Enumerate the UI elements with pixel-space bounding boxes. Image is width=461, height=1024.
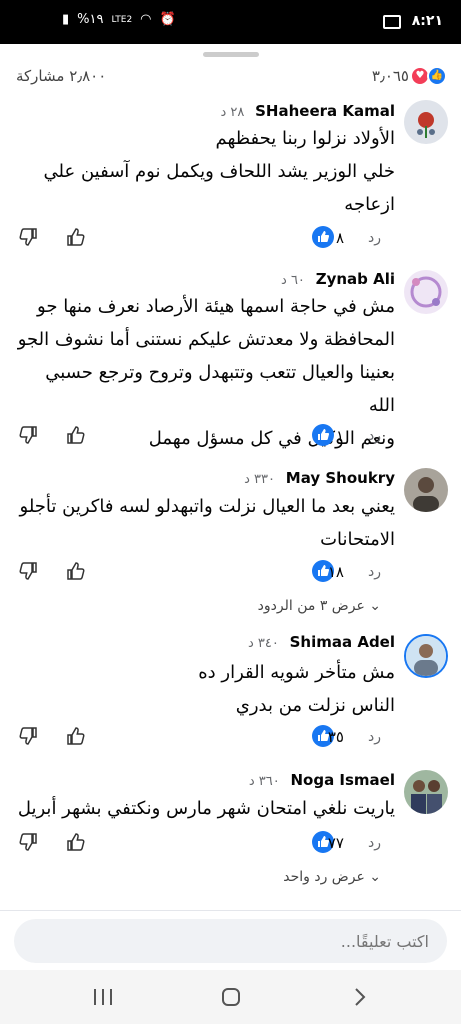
like-count[interactable]: ٨ [336, 229, 344, 247]
chevron-down-icon: ⌄ [369, 598, 381, 614]
gallery-icon [383, 15, 401, 29]
network-label: LTE2 [111, 14, 133, 25]
commenter-name[interactable]: Shimaa Adel [290, 633, 395, 651]
comment-line: الأولاد نزلوا ربنا يحفظهم [215, 128, 395, 149]
wifi-icon: ◠ [140, 12, 152, 27]
chevron-down-icon: ⌄ [369, 869, 381, 885]
comment-text: يعني بعد ما العيال نزلت واتبهدلو لسه فاك… [14, 490, 395, 556]
reply-button[interactable]: رد [368, 230, 381, 246]
battery-icon: ▮ [62, 12, 70, 27]
comment-time[interactable]: ٣٤٠ د [248, 636, 279, 651]
comment-time[interactable]: ٢٨ د [220, 105, 244, 120]
thumbs-up-icon[interactable] [66, 425, 86, 449]
alarm-icon: ⏰ [159, 12, 176, 27]
comment-header: May Shoukry ٣٣٠ د [244, 469, 395, 487]
reactions-summary[interactable]: ٢٫٨٠٠ مشاركة ٣٫٠٦٥ ♥ 👍 [0, 62, 461, 92]
comment-time[interactable]: ٦٠ د [281, 273, 305, 288]
avatar[interactable] [404, 770, 448, 814]
comment-line: الناس نزلت من بدري [235, 695, 395, 716]
commenter-name[interactable]: Noga Ismael [290, 771, 395, 789]
like-count[interactable]: ١٨ [328, 563, 344, 581]
like-reaction-icon: 👍 [427, 66, 447, 86]
battery-percent: %١٩ [77, 12, 104, 27]
comment-line: مش متأخر شويه القرار ده [198, 662, 395, 683]
comment-header: SHaheera Kamal ٢٨ د [220, 102, 395, 120]
thumbs-down-icon[interactable] [18, 561, 38, 585]
avatar[interactable] [404, 634, 448, 678]
comment-actions: رد ١ [0, 423, 461, 453]
avatar[interactable] [404, 270, 448, 314]
back-button[interactable] [340, 982, 380, 1012]
reply-button[interactable]: رد [368, 835, 381, 851]
like-badge-icon [312, 424, 334, 446]
comment-line: يعني بعد ما العيال نزلت واتبهدلو لسه فاك… [19, 496, 395, 517]
thumbs-down-icon[interactable] [18, 832, 38, 856]
comment-line: مش في حاجة اسمها هيئة الأرصاد نعرف منها … [37, 296, 395, 317]
thumbs-down-icon[interactable] [18, 425, 38, 449]
divider [0, 910, 461, 911]
thumbs-up-icon[interactable] [66, 832, 86, 856]
view-replies-link[interactable]: ⌄ عرض ٣ من الردود [258, 598, 381, 614]
status-icons-left: ▮ %١٩ LTE2 ◠ ⏰ [62, 12, 176, 27]
comment-text: مش متأخر شويه القرار ده الناس نزلت من بد… [14, 656, 395, 722]
system-nav-bar [0, 970, 461, 1024]
view-replies-label: عرض رد واحد [283, 869, 365, 885]
view-replies-label: عرض ٣ من الردود [257, 598, 365, 614]
view-replies-link[interactable]: ⌄ عرض رد واحد [283, 869, 381, 885]
commenter-name[interactable]: Zynab Ali [316, 270, 395, 288]
avatar[interactable] [404, 100, 448, 144]
status-time: ٨:٢١ [411, 13, 443, 29]
comment-actions: رد ٧٧ [0, 830, 461, 860]
like-count[interactable]: ٧٧ [328, 834, 344, 852]
sheet-drag-handle[interactable] [203, 52, 259, 57]
reply-button[interactable]: رد [368, 564, 381, 580]
like-count[interactable]: ١ [336, 427, 344, 445]
comment-line: ازعاجه [344, 194, 395, 215]
comment-actions: رد ٨ [0, 225, 461, 255]
thumbs-up-icon[interactable] [66, 726, 86, 750]
home-button[interactable] [211, 982, 251, 1012]
avatar[interactable] [404, 468, 448, 512]
comment-actions: رد ١٨ [0, 559, 461, 589]
thumbs-down-icon[interactable] [18, 726, 38, 750]
shares-count[interactable]: ٢٫٨٠٠ مشاركة [16, 67, 106, 85]
thumbs-down-icon[interactable] [18, 227, 38, 251]
comment-time[interactable]: ٣٣٠ د [244, 472, 275, 487]
comment-input[interactable] [14, 919, 447, 963]
comment-time[interactable]: ٣٦٠ د [249, 774, 280, 789]
status-bar: ▮ %١٩ LTE2 ◠ ⏰ ٨:٢١ [0, 0, 461, 44]
comment-header: Noga Ismael ٣٦٠ د [249, 771, 395, 789]
comment-line: خلي الوزير يشد اللحاف ويكمل نوم آسفين عل… [43, 161, 395, 182]
comment-line: ياريت نلغي امتحان شهر مارس ونكتفي بشهر أ… [17, 798, 395, 819]
reaction-count[interactable]: ٣٫٠٦٥ [372, 67, 409, 85]
recent-apps-button[interactable] [83, 982, 123, 1012]
reaction-icons: ♥ 👍 [410, 66, 447, 88]
reply-button[interactable]: رد [368, 729, 381, 745]
comment-composer[interactable] [14, 919, 447, 963]
comment-actions: رد ٣٥ [0, 724, 461, 754]
comment-text: الأولاد نزلوا ربنا يحفظهم خلي الوزير يشد… [14, 122, 395, 221]
commenter-name[interactable]: SHaheera Kamal [255, 102, 395, 120]
comment-line: المحافظة ولا معدتش عليكم نستنى أما نشوف … [17, 329, 395, 350]
thumbs-up-icon[interactable] [66, 561, 86, 585]
commenter-name[interactable]: May Shoukry [286, 469, 395, 487]
comment-header: Shimaa Adel ٣٤٠ د [248, 633, 395, 651]
like-count[interactable]: ٣٥ [328, 728, 344, 746]
thumbs-up-icon[interactable] [66, 227, 86, 251]
reply-button[interactable]: رد [368, 428, 381, 444]
like-badge-icon [312, 226, 334, 248]
comment-line: بعنينا والعيال تتعب وتتبهدل وتروح وترجع … [45, 362, 395, 416]
comment-text: ياريت نلغي امتحان شهر مارس ونكتفي بشهر أ… [14, 792, 395, 825]
comment-line: الامتحانات [320, 529, 395, 550]
comment-header: Zynab Ali ٦٠ د [281, 270, 395, 288]
